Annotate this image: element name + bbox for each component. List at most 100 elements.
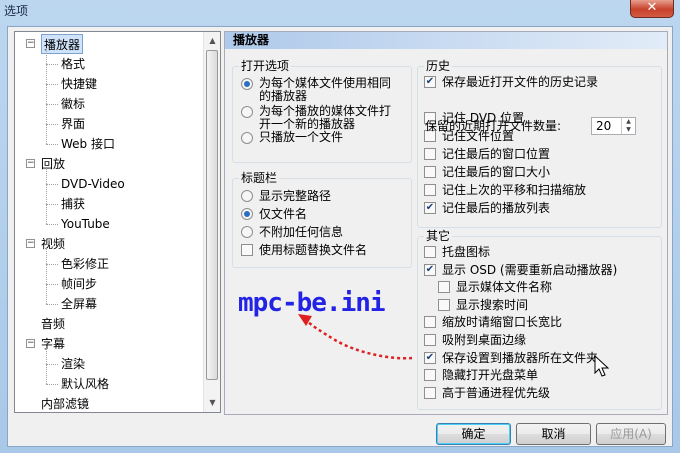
tree-expander-icon[interactable]: − bbox=[26, 339, 35, 348]
tree-item[interactable]: 视频 bbox=[41, 234, 65, 254]
history-option-label[interactable]: 记住上次的平移和扫描缩放 bbox=[442, 183, 586, 197]
tree-item[interactable]: 默认风格 bbox=[61, 374, 109, 394]
history-checkbox[interactable]: ✔ bbox=[424, 76, 436, 88]
tree-item[interactable]: 界面 bbox=[61, 114, 85, 134]
recent-count-value[interactable]: 20 bbox=[596, 119, 611, 133]
open-option-label[interactable]: 只播放一个文件 bbox=[259, 131, 343, 144]
tree-connector bbox=[46, 384, 58, 385]
tree-item[interactable]: 内部滤镜 bbox=[41, 394, 89, 412]
history-option-label[interactable]: 保存最近打开文件的历史记录 bbox=[442, 75, 598, 89]
tree-expander-icon[interactable]: − bbox=[26, 39, 35, 48]
tree-connector bbox=[46, 304, 58, 305]
title-option-label[interactable]: 不附加任何信息 bbox=[259, 225, 343, 239]
other-option-label[interactable]: 显示搜索时间 bbox=[456, 298, 528, 312]
other-option-label[interactable]: 高于普通进程优先级 bbox=[442, 386, 550, 400]
tree-item[interactable]: 播放器 bbox=[41, 34, 84, 54]
other-option-label[interactable]: 托盘图标 bbox=[442, 245, 490, 259]
category-tree[interactable]: 播放器 − 格式 快捷键 徽标 界面 Web 接口 回放 − DVD-Video 捕获 YouTube… bbox=[14, 31, 221, 413]
tree-expander-icon[interactable]: − bbox=[26, 239, 35, 248]
other-option-checkbox[interactable]: ✔ bbox=[424, 263, 436, 276]
scroll-up-icon[interactable]: ▲ bbox=[205, 33, 220, 49]
history-checkbox[interactable] bbox=[424, 184, 436, 196]
title-option-label[interactable]: 显示完整路径 bbox=[259, 189, 331, 203]
tree-connector bbox=[46, 144, 58, 145]
tree-item[interactable]: 渲染 bbox=[61, 354, 85, 374]
tree-item[interactable]: 格式 bbox=[61, 54, 85, 74]
tree-item[interactable]: 字幕 bbox=[41, 334, 65, 354]
other-option-checkbox[interactable]: ✔ bbox=[424, 351, 436, 364]
tree-item[interactable]: 快捷键 bbox=[61, 74, 97, 94]
other-option-checkbox[interactable] bbox=[424, 386, 436, 399]
tree-scrollbar[interactable]: ▲ ▼ bbox=[203, 32, 220, 412]
tree-item[interactable]: 徽标 bbox=[61, 94, 85, 114]
open-option-label[interactable]: 为每个媒体文件使用相同 的播放器 bbox=[259, 77, 391, 103]
history-checkbox[interactable]: ✔ bbox=[424, 202, 436, 214]
apply-button[interactable]: 应用(A) bbox=[596, 423, 666, 445]
history-option-label[interactable]: 记住最后的播放列表 bbox=[442, 201, 550, 215]
other-option-label[interactable]: 吸附到桌面边缘 bbox=[442, 333, 526, 347]
cancel-button[interactable]: 取消 bbox=[516, 423, 591, 445]
other-option-checkbox[interactable] bbox=[424, 369, 436, 382]
tree-item[interactable]: DVD-Video bbox=[61, 174, 125, 194]
open-options-group: 打开选项 为每个媒体文件使用相同 的播放器 为每个播放的媒体文件打 开一个新的播放… bbox=[232, 59, 412, 163]
title-option-radio[interactable] bbox=[241, 190, 253, 202]
scroll-down-icon[interactable]: ▼ bbox=[205, 395, 220, 411]
panel-title: 播放器 bbox=[225, 32, 667, 49]
tree-connector bbox=[46, 248, 47, 304]
open-option-label[interactable]: 为每个播放的媒体文件打 开一个新的播放器 bbox=[259, 105, 391, 131]
options-dialog: 选项 ✕ 播放器 − 格式 快捷键 徽标 界面 Web 接口 回放 − DVD-Video 捕获 Yo… bbox=[0, 0, 680, 453]
mouse-cursor-icon bbox=[594, 355, 610, 377]
other-option-checkbox[interactable] bbox=[438, 298, 450, 311]
ok-button[interactable]: 确定 bbox=[436, 423, 511, 445]
tree-item[interactable]: 捕获 bbox=[61, 194, 85, 214]
tree-connector bbox=[46, 364, 58, 365]
tree-connector bbox=[46, 264, 58, 265]
tree-item[interactable]: 色彩修正 bbox=[61, 254, 109, 274]
spin-up-icon[interactable]: ▲ bbox=[622, 118, 635, 126]
other-option-checkbox[interactable] bbox=[438, 281, 450, 294]
open-option-radio[interactable] bbox=[241, 106, 253, 118]
open-option-radio[interactable] bbox=[241, 132, 253, 144]
other-option-label[interactable]: 显示 OSD (需要重新启动播放器) bbox=[442, 263, 617, 277]
tree-connector bbox=[46, 84, 58, 85]
tree-connector bbox=[46, 348, 47, 384]
history-group-title: 历史 bbox=[424, 59, 453, 73]
tree-connector bbox=[46, 64, 58, 65]
title-bar: 选项 ✕ bbox=[0, 0, 680, 22]
other-option-checkbox[interactable] bbox=[424, 246, 436, 258]
open-option-radio[interactable] bbox=[241, 78, 253, 90]
other-option-label[interactable]: 隐藏打开光盘菜单 bbox=[442, 368, 538, 382]
spin-down-icon[interactable]: ▼ bbox=[622, 126, 635, 134]
annotation-text: mpc-be.ini bbox=[238, 288, 386, 318]
history-checkbox[interactable] bbox=[424, 166, 436, 178]
tree-item[interactable]: Web 接口 bbox=[61, 134, 115, 154]
tree-item[interactable]: 帧间步 bbox=[61, 274, 97, 294]
spinner-buttons[interactable]: ▲ ▼ bbox=[621, 118, 635, 134]
tree-expander-icon[interactable]: − bbox=[26, 159, 35, 168]
tree-item[interactable]: 全屏幕 bbox=[61, 294, 97, 314]
tree-item[interactable]: 音频 bbox=[41, 314, 65, 334]
window-title: 选项 bbox=[4, 4, 29, 18]
other-option-label[interactable]: 缩放时请缩窗口长宽比 bbox=[442, 315, 562, 329]
history-option-label[interactable]: 记住最后的窗口位置 bbox=[442, 147, 550, 161]
other-group-title: 其它 bbox=[424, 229, 453, 243]
recent-count-spinner[interactable]: 20 ▲ ▼ bbox=[591, 117, 636, 135]
tree-item[interactable]: YouTube bbox=[61, 214, 110, 234]
other-option-label[interactable]: 显示媒体文件名称 bbox=[456, 280, 552, 294]
title-option-label[interactable]: 仅文件名 bbox=[259, 207, 307, 221]
history-checkbox[interactable] bbox=[424, 148, 436, 160]
other-option-label[interactable]: 保存设置到播放器所在文件夹 bbox=[442, 351, 598, 365]
title-option-radio[interactable] bbox=[241, 208, 253, 220]
scroll-thumb[interactable] bbox=[206, 50, 218, 380]
history-group: 历史 ✔ 保存最近打开文件的历史记录 记住 DVD 位置 记住文件位置 记住最后的窗口位… bbox=[417, 59, 662, 228]
recent-count-label: 保留的近期打开文件数量: bbox=[425, 119, 562, 133]
title-bar-group-title: 标题栏 bbox=[239, 171, 280, 185]
close-button[interactable]: ✕ bbox=[630, 0, 674, 18]
history-option-label[interactable]: 记住最后的窗口大小 bbox=[442, 165, 550, 179]
replace-title-label[interactable]: 使用标题替换文件名 bbox=[259, 243, 367, 257]
other-option-checkbox[interactable] bbox=[424, 334, 436, 346]
tree-item[interactable]: 回放 bbox=[41, 154, 65, 174]
title-option-radio[interactable] bbox=[241, 226, 253, 238]
replace-title-checkbox[interactable] bbox=[241, 244, 253, 256]
other-option-checkbox[interactable] bbox=[424, 316, 436, 329]
